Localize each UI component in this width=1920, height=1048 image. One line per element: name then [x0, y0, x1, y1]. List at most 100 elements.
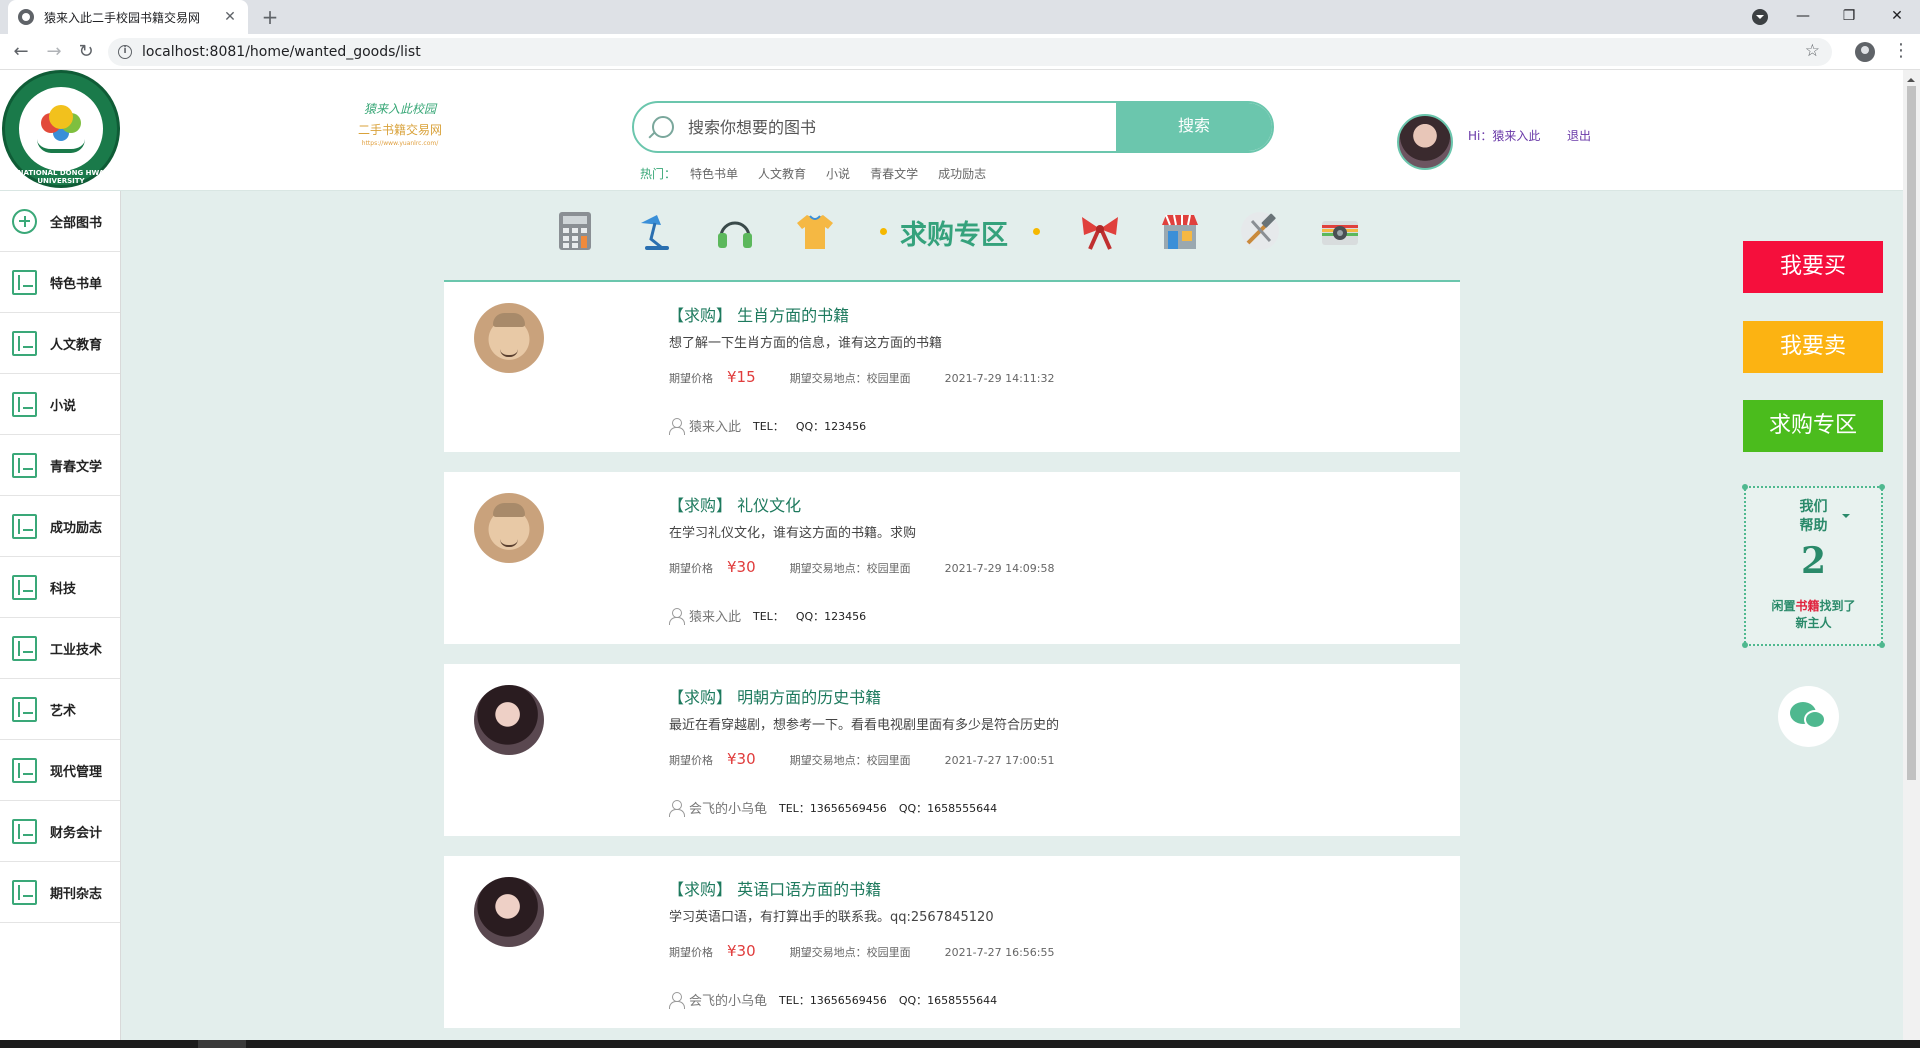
search-input[interactable]: [688, 103, 1118, 151]
poster-avatar[interactable]: [474, 685, 544, 755]
sidebar-item-label: 全部图书: [50, 215, 103, 231]
post-time: 2021-7-27 16:56:55: [944, 946, 1055, 959]
page-scrollbar[interactable]: [1903, 70, 1920, 1040]
sidebar-item-accounting[interactable]: 财务会计: [0, 801, 120, 862]
url-text[interactable]: localhost:8081/home/wanted_goods/list: [142, 44, 421, 60]
tab-search-icon[interactable]: [1752, 9, 1768, 25]
listing-meta: 期望价格 ¥30 期望交易地点：校园里面 2021-7-27 17:00:51: [669, 750, 1054, 768]
listing-card[interactable]: 【求购】 生肖方面的书籍 想了解一下生肖方面的信息，谁有这方面的书籍 期望价格 …: [444, 280, 1460, 452]
university-name: NATIONAL DONG HWA UNIVERSITY: [17, 169, 105, 185]
search-button[interactable]: 搜索: [1116, 103, 1272, 151]
scrollbar-thumb[interactable]: [1907, 86, 1916, 780]
site-logo-line2: 二手书籍交易网: [357, 123, 442, 137]
scroll-up-arrow-icon[interactable]: [1907, 74, 1915, 82]
user-greeting[interactable]: Hi：猿来入此: [1468, 127, 1540, 144]
reload-button[interactable]: ↻: [74, 40, 98, 64]
help-text-d: 新主人: [1795, 616, 1832, 630]
forward-button[interactable]: →: [42, 40, 66, 64]
poster-tel: TEL：13656569456: [779, 993, 887, 1007]
wanted-zone-button[interactable]: 求购专区: [1743, 400, 1883, 452]
poster-avatar[interactable]: [474, 303, 544, 373]
wechat-icon[interactable]: [1778, 686, 1839, 747]
category-icon-bar: 求购专区: [540, 199, 1360, 269]
help-title-line1: 我们: [1799, 499, 1828, 515]
sidebar-item-novels[interactable]: 小说: [0, 374, 120, 435]
listing-card[interactable]: 【求购】 礼仪文化 在学习礼仪文化，谁有这方面的书籍。求购 期望价格 ¥30 期…: [444, 472, 1460, 644]
restore-button[interactable]: ❐: [1826, 0, 1872, 34]
price-label: 期望价格: [669, 754, 713, 767]
listing-title[interactable]: 【求购】 明朝方面的历史书籍: [668, 684, 881, 708]
university-logo[interactable]: NATIONAL DONG HWA UNIVERSITY: [2, 70, 120, 188]
sidebar-item-inspirational[interactable]: 成功励志: [0, 496, 120, 557]
sidebar-item-label: 人文教育: [50, 337, 103, 353]
sidebar-item-technology[interactable]: 科技: [0, 557, 120, 618]
user-icon: [669, 991, 685, 1009]
site-logo[interactable]: 猿来入此校园 二手书籍交易网 https://www.yuanlrc.com/: [335, 100, 465, 150]
hot-label: 热门：: [640, 167, 677, 181]
book-icon: [12, 696, 37, 722]
sidebar-item-industrial[interactable]: 工业技术: [0, 618, 120, 679]
logout-link[interactable]: 退出: [1567, 127, 1591, 144]
category-title: 求购专区: [900, 220, 1008, 251]
shop-icon[interactable]: [1158, 209, 1202, 253]
sidebar-item-art[interactable]: 艺术: [0, 679, 120, 740]
browser-menu-icon[interactable]: ⋮: [1892, 40, 1910, 61]
listing-title[interactable]: 【求购】 英语口语方面的书籍: [668, 876, 881, 900]
sidebar-item-label: 成功励志: [50, 520, 103, 536]
price-label: 期望价格: [669, 562, 713, 575]
listing-title[interactable]: 【求购】 生肖方面的书籍: [668, 302, 849, 326]
book-icon: [12, 452, 37, 478]
new-tab-button[interactable]: +: [258, 5, 282, 29]
calculator-icon[interactable]: [553, 209, 597, 253]
info-icon[interactable]: i: [118, 45, 132, 59]
taskbar-item[interactable]: [198, 1040, 246, 1048]
back-button[interactable]: ←: [9, 40, 33, 64]
listing-card[interactable]: 【求购】 明朝方面的历史书籍 最近在看穿越剧，想参考一下。看看电视剧里面有多少是…: [444, 664, 1460, 836]
sidebar-item-all-books[interactable]: 全部图书: [0, 191, 120, 252]
bow-icon[interactable]: [1078, 209, 1122, 253]
hot-keywords: 热门： 特色书单 人文教育 小说 青春文学 成功励志: [640, 165, 1006, 182]
profile-icon[interactable]: [1855, 42, 1875, 62]
user-icon: [669, 607, 685, 625]
user-avatar[interactable]: [1397, 114, 1453, 170]
listing-title[interactable]: 【求购】 礼仪文化: [668, 492, 801, 516]
sidebar-item-label: 科技: [50, 581, 77, 597]
poster-avatar[interactable]: [474, 877, 544, 947]
hot-item[interactable]: 成功励志: [938, 165, 986, 182]
close-window-button[interactable]: ✕: [1874, 0, 1920, 34]
browser-tab[interactable]: 猿来入此二手校园书籍交易网 ✕: [8, 0, 248, 34]
book-icon: [12, 879, 37, 905]
sidebar-item-magazines[interactable]: 期刊杂志: [0, 862, 120, 923]
post-time: 2021-7-29 14:09:58: [944, 562, 1055, 575]
listing-card[interactable]: 【求购】 英语口语方面的书籍 学习英语口语，有打算出手的联系我。qq:25678…: [444, 856, 1460, 1028]
hot-item[interactable]: 特色书单: [690, 165, 738, 182]
i-want-to-sell-button[interactable]: 我要卖: [1743, 321, 1883, 373]
close-tab-icon[interactable]: ✕: [222, 9, 238, 25]
sidebar-item-management[interactable]: 现代管理: [0, 740, 120, 801]
dot-decoration: [1033, 228, 1040, 235]
poster-avatar[interactable]: [474, 493, 544, 563]
hot-item[interactable]: 小说: [826, 165, 850, 182]
sidebar-item-humanities[interactable]: 人文教育: [0, 313, 120, 374]
book-icon: [12, 574, 37, 600]
desk-lamp-icon[interactable]: [633, 209, 677, 253]
sidebar-item-featured[interactable]: 特色书单: [0, 252, 120, 313]
post-time: 2021-7-27 17:00:51: [944, 754, 1055, 767]
poster-name: 会飞的小乌龟: [689, 994, 768, 1009]
headphones-icon[interactable]: [713, 209, 757, 253]
tshirt-icon[interactable]: [793, 209, 837, 253]
sidebar-item-label: 特色书单: [50, 276, 103, 292]
browser-toolbar: ← → ↻ i localhost:8081/home/wanted_goods…: [0, 34, 1920, 70]
tools-icon[interactable]: [1238, 209, 1282, 253]
i-want-to-buy-button[interactable]: 我要买: [1743, 241, 1883, 293]
hot-item[interactable]: 人文教育: [758, 165, 806, 182]
camera-icon[interactable]: [1318, 209, 1362, 253]
globe-icon: [18, 9, 34, 25]
bookmark-star-icon[interactable]: ☆: [1805, 41, 1820, 61]
sidebar-item-youth-literature[interactable]: 青春文学: [0, 435, 120, 496]
address-bar[interactable]: i localhost:8081/home/wanted_goods/list …: [108, 38, 1832, 66]
hot-item[interactable]: 青春文学: [870, 165, 918, 182]
os-taskbar: [0, 1040, 1920, 1048]
minimize-button[interactable]: —: [1780, 0, 1826, 34]
book-icon: [12, 513, 37, 539]
